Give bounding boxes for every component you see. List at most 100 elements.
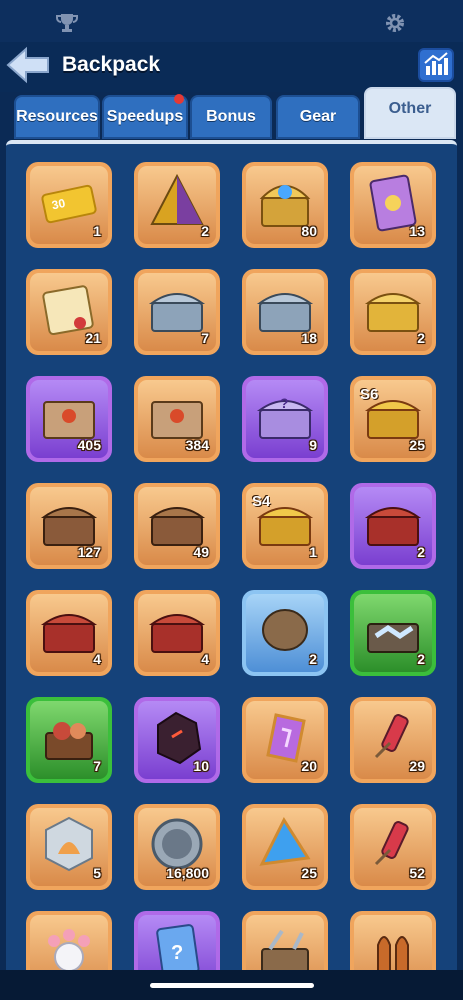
bottom-bar [0, 970, 463, 1000]
tab-label: Resources [16, 108, 98, 125]
inventory-item[interactable] [350, 911, 436, 970]
top-bar [0, 0, 463, 42]
item-frame: 52 [354, 808, 432, 886]
inventory-item[interactable]: 2 [242, 590, 328, 676]
notification-dot [174, 94, 184, 104]
item-frame: 405 [30, 380, 108, 458]
gear-icon[interactable] [384, 12, 406, 34]
inventory-item[interactable]: 21 [26, 269, 112, 355]
category-tabs: Resources Speedups Bonus Gear Other [0, 87, 463, 142]
item-frame: 25 [246, 808, 324, 886]
inventory-item[interactable]: 20 [242, 697, 328, 783]
inventory-item[interactable]: 5 [26, 804, 112, 890]
item-count: 405 [77, 437, 101, 453]
item-frame [354, 915, 432, 970]
item-count: 7 [93, 758, 101, 774]
back-button[interactable] [6, 46, 50, 84]
item-frame: 10 [138, 701, 216, 779]
items-panel: 30 1 2 80 13 21 7 18 2 405 384 ? 9 S6 25 127 49 S4 1 2 4 4 2 2 7… [6, 140, 457, 970]
inventory-item[interactable]: 7 [26, 697, 112, 783]
item-frame: S4 1 [246, 487, 324, 565]
item-count: 7 [201, 330, 209, 346]
header: Backpack [0, 42, 463, 92]
inventory-item[interactable]: 80 [242, 162, 328, 248]
tab-other[interactable]: Other [364, 87, 456, 139]
item-count: 2 [417, 330, 425, 346]
inventory-item[interactable]: 127 [26, 483, 112, 569]
inventory-item[interactable]: 30 1 [26, 162, 112, 248]
season-badge: S6 [360, 386, 379, 403]
inventory-item[interactable]: 52 [350, 804, 436, 890]
stats-button[interactable] [418, 48, 454, 82]
item-count: 4 [93, 651, 101, 667]
item-frame: 2 [354, 594, 432, 672]
inventory-item[interactable]: 29 [350, 697, 436, 783]
inventory-item[interactable]: 2 [350, 483, 436, 569]
item-frame: 384 [138, 380, 216, 458]
inventory-item[interactable]: ? 9 [242, 376, 328, 462]
item-count: 25 [409, 437, 425, 453]
item-frame: S6 25 [354, 380, 432, 458]
item-frame: 16,800 [138, 808, 216, 886]
item-count: 127 [77, 544, 101, 560]
trophy-icon[interactable] [56, 12, 78, 34]
item-count: 5 [93, 865, 101, 881]
item-count: 2 [417, 651, 425, 667]
inventory-item[interactable]: 4 [26, 590, 112, 676]
item-count: 25 [301, 865, 317, 881]
inventory-item[interactable]: 4 [134, 590, 220, 676]
inventory-item[interactable]: S6 25 [350, 376, 436, 462]
item-frame: 2 [354, 487, 432, 565]
inventory-item[interactable]: 2 [134, 162, 220, 248]
item-count: 2 [309, 651, 317, 667]
page-title: Backpack [62, 53, 161, 76]
tab-label: Speedups [106, 108, 184, 125]
inventory-item[interactable] [26, 911, 112, 970]
item-frame: 4 [30, 594, 108, 672]
inventory-item[interactable]: 384 [134, 376, 220, 462]
tab-speedups[interactable]: Speedups [102, 94, 188, 139]
inventory-item[interactable]: 13 [350, 162, 436, 248]
inventory-item[interactable]: 2 [350, 590, 436, 676]
inventory-item[interactable]: 405 [26, 376, 112, 462]
item-frame: 80 [246, 166, 324, 244]
tab-label: Bonus [206, 108, 256, 125]
inventory-item[interactable]: 10 [134, 697, 220, 783]
tab-label: Other [388, 100, 432, 117]
item-count: 20 [301, 758, 317, 774]
item-frame: 127 [30, 487, 108, 565]
inventory-item[interactable]: 49 [134, 483, 220, 569]
item-count: 2 [201, 223, 209, 239]
home-indicator[interactable] [150, 983, 314, 988]
inventory-item[interactable]: 16,800 [134, 804, 220, 890]
tab-gear[interactable]: Gear [276, 95, 360, 139]
item-frame: 30 1 [30, 166, 108, 244]
tab-resources[interactable]: Resources [14, 95, 100, 139]
item-count: 52 [409, 865, 425, 881]
item-frame: 2 [246, 594, 324, 672]
tab-bonus[interactable]: Bonus [190, 95, 272, 139]
item-frame: 49 [138, 487, 216, 565]
item-count: 4 [201, 651, 209, 667]
inventory-item[interactable]: 7 [134, 269, 220, 355]
item-frame: 29 [354, 701, 432, 779]
inventory-item[interactable]: ? [134, 911, 220, 970]
item-count: 384 [185, 437, 209, 453]
item-frame: ? [138, 915, 216, 970]
inventory-item[interactable]: 25 [242, 804, 328, 890]
item-count: 21 [85, 330, 101, 346]
item-frame: 7 [30, 701, 108, 779]
item-frame: 7 [138, 273, 216, 351]
tab-label: Gear [299, 108, 337, 125]
item-count: 49 [193, 544, 209, 560]
season-badge: S4 [252, 493, 271, 510]
inventory-item[interactable]: S4 1 [242, 483, 328, 569]
item-frame: ? 9 [246, 380, 324, 458]
item-count: 18 [301, 330, 317, 346]
svg-text:?: ? [280, 395, 289, 411]
inventory-item[interactable]: 18 [242, 269, 328, 355]
inventory-item[interactable]: 2 [350, 269, 436, 355]
item-frame: 21 [30, 273, 108, 351]
item-count: 1 [309, 544, 317, 560]
inventory-item[interactable] [242, 911, 328, 970]
